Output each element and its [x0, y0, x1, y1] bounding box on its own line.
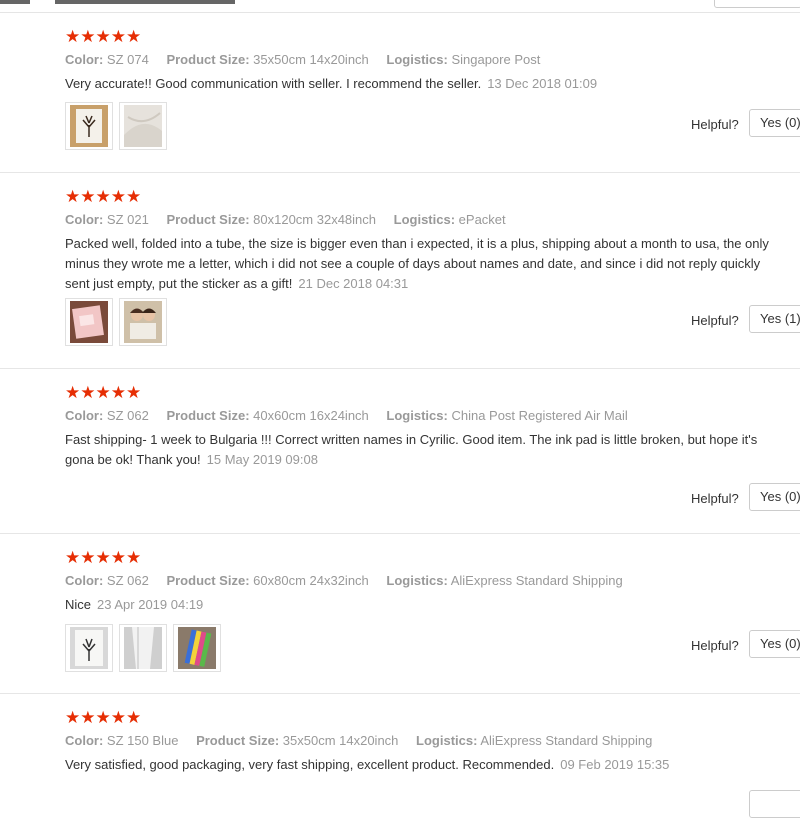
review-body: Packed well, folded into a tube, the siz… [65, 236, 769, 291]
logistics-value: ePacket [458, 212, 506, 227]
helpful-yes-button[interactable] [749, 790, 800, 818]
color-value: SZ 074 [106, 52, 149, 67]
review-item: ★★★★★ Color: SZ 150 Blue Product Size: 3… [0, 694, 800, 818]
sort-select[interactable] [714, 0, 800, 8]
review-meta: Color: SZ 021 Product Size: 80x120cm 32x… [65, 212, 520, 227]
tree-print-photo [70, 105, 108, 147]
review-meta: Color: SZ 074 Product Size: 35x50cm 14x2… [65, 52, 554, 67]
review-photo-thumbnail[interactable] [65, 624, 113, 672]
color-label: Color: [65, 212, 104, 227]
review-text: Very accurate!! Good communication with … [65, 74, 785, 94]
helpful-label: Helpful? [691, 491, 739, 506]
review-meta: Color: SZ 062 Product Size: 40x60cm 16x2… [65, 408, 642, 423]
couple-photo [124, 301, 162, 343]
review-text: Packed well, folded into a tube, the siz… [65, 234, 785, 294]
rolled-canvas-photo [124, 627, 162, 669]
logistics-label: Logistics: [386, 408, 448, 423]
review-date: 09 Feb 2019 15:35 [560, 757, 670, 772]
color-value: SZ 062 [106, 408, 149, 423]
review-photo-thumbnail[interactable] [65, 102, 113, 150]
logistics-label: Logistics: [386, 573, 448, 588]
size-value: 35x50cm 14x20inch [253, 52, 369, 67]
helpful-yes-button[interactable]: Yes (1) [749, 305, 800, 333]
color-label: Color: [65, 52, 104, 67]
logistics-label: Logistics: [393, 212, 456, 227]
review-text: Fast shipping- 1 week to Bulgaria !!! Co… [65, 430, 785, 470]
star-rating: ★★★★★ [65, 383, 142, 402]
review-date: 23 Apr 2019 04:19 [97, 597, 204, 612]
color-value: SZ 021 [106, 212, 149, 227]
color-label: Color: [65, 573, 104, 588]
tree-canvas-photo [70, 627, 108, 669]
review-item: ★★★★★ Color: SZ 062 Product Size: 40x60c… [0, 369, 800, 534]
pink-card-photo [70, 301, 108, 343]
review-text: Nice 23 Apr 2019 04:19 [65, 595, 785, 615]
cut-off-text [0, 0, 30, 4]
star-rating: ★★★★★ [65, 548, 142, 567]
size-value: 40x60cm 16x24inch [253, 408, 369, 423]
review-body: Fast shipping- 1 week to Bulgaria !!! Co… [65, 432, 758, 467]
review-meta: Color: SZ 062 Product Size: 60x80cm 24x3… [65, 573, 637, 588]
review-body: Very satisfied, good packaging, very fas… [65, 757, 555, 772]
logistics-value: China Post Registered Air Mail [451, 408, 628, 423]
size-label: Product Size: [166, 408, 250, 423]
review-meta: Color: SZ 150 Blue Product Size: 35x50cm… [65, 733, 666, 748]
review-item: ★★★★★ Color: SZ 074 Product Size: 35x50c… [0, 13, 800, 173]
star-rating: ★★★★★ [65, 27, 142, 46]
helpful-yes-button[interactable]: Yes (0) [749, 630, 800, 658]
helpful-yes-button[interactable]: Yes (0) [749, 483, 800, 511]
helpful-yes-button[interactable]: Yes (0) [749, 109, 800, 137]
review-item: ★★★★★ Color: SZ 062 Product Size: 60x80c… [0, 534, 800, 694]
color-label: Color: [65, 408, 104, 423]
size-value: 35x50cm 14x20inch [282, 733, 399, 748]
size-value: 60x80cm 24x32inch [253, 573, 369, 588]
review-photo-thumbnail[interactable] [65, 298, 113, 346]
review-photos [65, 624, 221, 672]
logistics-label: Logistics: [386, 52, 448, 67]
review-photos [65, 102, 167, 150]
size-label: Product Size: [166, 212, 250, 227]
color-label: Color: [65, 733, 104, 748]
top-toolbar-strip [0, 0, 800, 13]
size-label: Product Size: [196, 733, 280, 748]
size-label: Product Size: [166, 52, 250, 67]
review-photo-thumbnail[interactable] [119, 102, 167, 150]
size-value: 80x120cm 32x48inch [253, 212, 377, 227]
cut-off-text [55, 0, 235, 4]
review-item: ★★★★★ Color: SZ 021 Product Size: 80x120… [0, 173, 800, 369]
fabric-photo [124, 105, 162, 147]
review-body: Nice [65, 597, 92, 612]
logistics-value: Singapore Post [451, 52, 541, 67]
review-date: 21 Dec 2018 04:31 [298, 276, 409, 291]
review-body: Very accurate!! Good communication with … [65, 76, 482, 91]
review-photos [65, 298, 167, 346]
color-value: SZ 150 Blue [106, 733, 179, 748]
review-date: 13 Dec 2018 01:09 [487, 76, 598, 91]
review-photo-thumbnail[interactable] [119, 624, 167, 672]
review-photo-thumbnail[interactable] [119, 298, 167, 346]
logistics-value: AliExpress Standard Shipping [480, 733, 653, 748]
helpful-label: Helpful? [691, 313, 739, 328]
review-photo-thumbnail[interactable] [173, 624, 221, 672]
helpful-label: Helpful? [691, 117, 739, 132]
logistics-value: AliExpress Standard Shipping [450, 573, 623, 588]
ink-pad-photo [178, 627, 216, 669]
star-rating: ★★★★★ [65, 708, 142, 727]
star-rating: ★★★★★ [65, 187, 142, 206]
size-label: Product Size: [166, 573, 250, 588]
color-value: SZ 062 [106, 573, 149, 588]
review-date: 15 May 2019 09:08 [206, 452, 318, 467]
logistics-label: Logistics: [416, 733, 478, 748]
helpful-label: Helpful? [691, 638, 739, 653]
review-text: Very satisfied, good packaging, very fas… [65, 755, 785, 775]
